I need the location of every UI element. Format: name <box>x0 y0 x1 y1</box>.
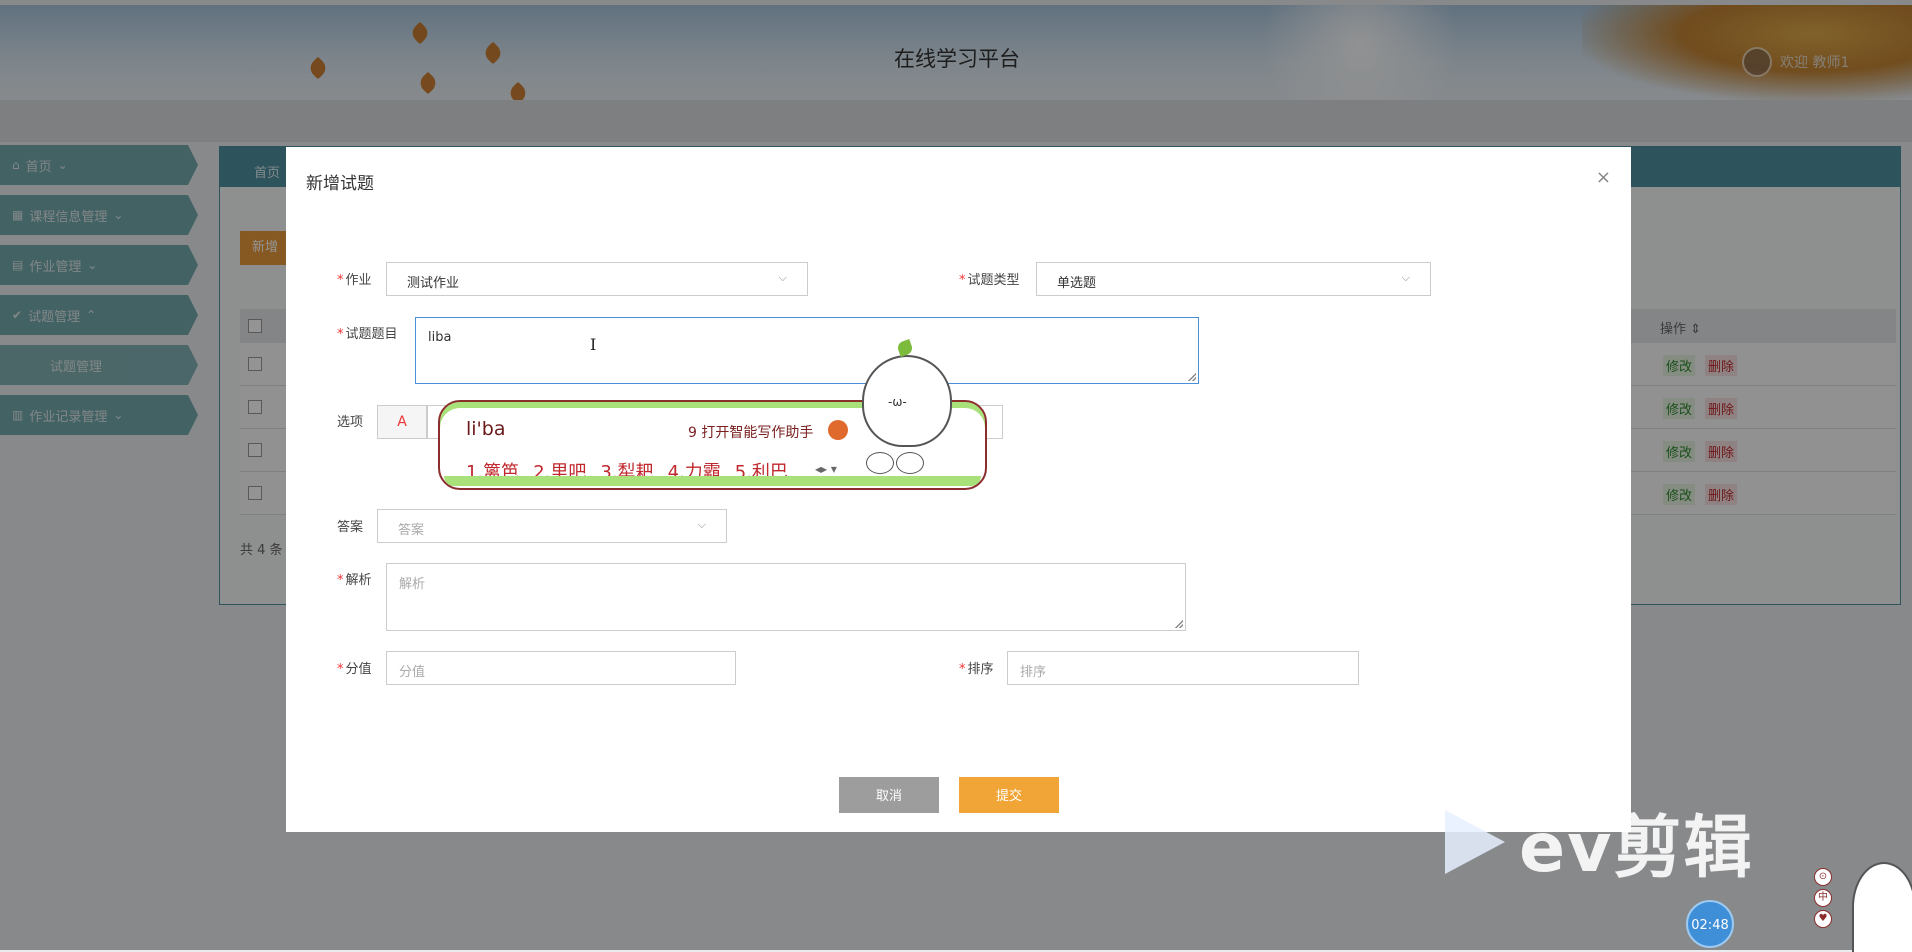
close-icon[interactable]: × <box>1596 167 1611 188</box>
answer-label: 答案 <box>337 520 364 535</box>
play-logo-icon <box>1445 809 1505 874</box>
homework-label: * 作业 <box>337 273 372 288</box>
ime-assist-link[interactable]: 9 打开智能写作助手 <box>688 422 813 442</box>
score-label: * 分值 <box>337 662 372 677</box>
corner-mascot <box>1852 862 1912 952</box>
mini-mascot <box>866 452 894 474</box>
dialog-title: 新增试题 <box>306 174 374 194</box>
recording-timer[interactable]: 02:48 <box>1686 900 1734 948</box>
submit-button[interactable]: 提交 <box>959 777 1059 813</box>
ime-mode-icon[interactable]: 中 <box>1814 889 1832 907</box>
mascot-face: -ω- <box>888 395 907 409</box>
analysis-label: * 解析 <box>337 573 372 588</box>
question-title-textarea[interactable]: liba <box>415 317 1199 384</box>
ime-skin-icon[interactable]: ♥ <box>1814 910 1832 928</box>
watermark-text: ev剪辑 <box>1519 809 1754 888</box>
resize-handle[interactable] <box>1175 620 1183 628</box>
question-type-label: * 试题类型 <box>959 273 1020 288</box>
options-label: 选项 <box>337 415 364 430</box>
cancel-button[interactable]: 取消 <box>839 777 939 813</box>
ime-page-arrows-icon[interactable]: ◂▸ ▾ <box>815 462 837 476</box>
score-input[interactable]: 分值 <box>386 651 736 685</box>
text-cursor-icon: I <box>590 335 597 354</box>
mini-mascot <box>896 452 924 474</box>
ime-mascot: -ω- <box>862 339 952 447</box>
option-a-prefix: A <box>377 405 427 439</box>
order-input[interactable]: 排序 <box>1007 651 1359 685</box>
chevron-down-icon: ⌵ <box>1401 271 1410 284</box>
ime-skin-decoration <box>444 476 981 486</box>
question-type-select[interactable]: 单选题 ⌵ <box>1036 262 1431 296</box>
question-title-label: * 试题题目 <box>337 327 398 342</box>
video-watermark: ev剪辑 <box>1445 792 1753 891</box>
chevron-down-icon: ⌵ <box>778 271 787 284</box>
ime-toolbar: ⊙ 中 ♥ <box>1814 868 1832 928</box>
answer-select[interactable]: 答案 ⌵ <box>377 509 727 543</box>
ime-pinyin: li'ba <box>466 418 506 440</box>
homework-select[interactable]: 测试作业 ⌵ <box>386 262 808 296</box>
analysis-textarea[interactable]: 解析 <box>386 563 1186 631</box>
resize-handle[interactable] <box>1188 373 1196 381</box>
order-label: * 排序 <box>959 662 994 677</box>
assist-robot-icon <box>828 420 848 440</box>
ime-tool-icon[interactable]: ⊙ <box>1814 868 1832 886</box>
chevron-down-icon: ⌵ <box>697 518 706 531</box>
